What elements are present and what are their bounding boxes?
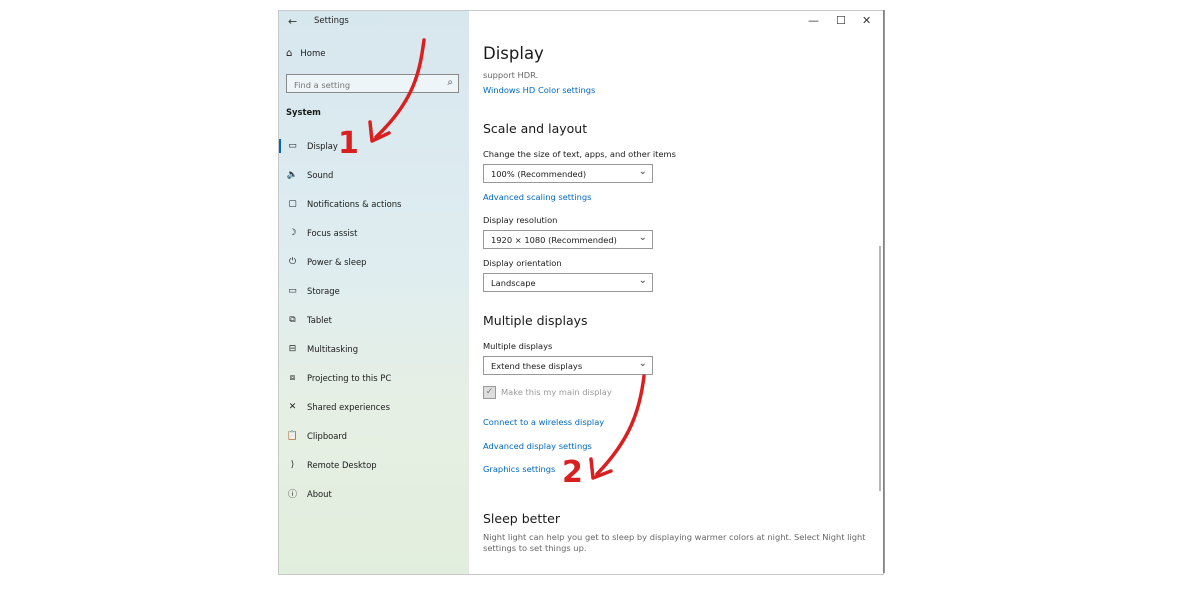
- back-arrow-icon[interactable]: ←: [288, 15, 297, 28]
- chevron-down-icon: ⌄: [638, 275, 647, 286]
- hdr-text: support HDR.: [483, 70, 539, 80]
- graphics-settings-link[interactable]: Graphics settings: [483, 464, 555, 474]
- chevron-down-icon: ⌄: [638, 232, 647, 243]
- sidebar-item-shared-experiences[interactable]: ✕ Shared experiences: [279, 392, 469, 421]
- wireless-display-link[interactable]: Connect to a wireless display: [483, 417, 604, 427]
- sidebar-item-sound[interactable]: 🔈 Sound: [279, 160, 469, 189]
- message-icon: ▢: [288, 198, 297, 209]
- sidebar: ← Settings ⌂ Home ⌕ System ▭ Display 🔈 S…: [279, 11, 469, 574]
- scrollbar[interactable]: [879, 246, 881, 491]
- close-icon[interactable]: ✕: [862, 14, 871, 27]
- window-title: Settings: [314, 16, 349, 26]
- multitasking-icon: ⊟: [288, 343, 297, 354]
- size-label: Change the size of text, apps, and other…: [483, 149, 676, 159]
- multiple-displays-heading: Multiple displays: [483, 313, 588, 328]
- minimize-icon[interactable]: —: [808, 14, 819, 27]
- page-title: Display: [483, 44, 544, 63]
- tablet-icon: ⧉: [289, 314, 296, 325]
- info-icon: ⓘ: [287, 490, 297, 500]
- projector-icon: ⧈: [289, 372, 296, 383]
- sidebar-item-label: Notifications & actions: [307, 198, 402, 209]
- sidebar-item-display[interactable]: ▭ Display: [279, 131, 469, 160]
- advanced-display-link[interactable]: Advanced display settings: [483, 441, 592, 451]
- sidebar-home[interactable]: ⌂ Home: [286, 48, 325, 59]
- main-display-label: Make this my main display: [501, 387, 612, 397]
- home-icon: ⌂: [286, 48, 293, 59]
- sidebar-item-power-sleep[interactable]: ⏻ Power & sleep: [279, 247, 469, 276]
- moon-icon: ☽: [288, 227, 297, 238]
- sidebar-item-projecting[interactable]: ⧈ Projecting to this PC: [279, 363, 469, 392]
- shared-icon: ✕: [288, 401, 297, 412]
- orientation-label: Display orientation: [483, 258, 562, 268]
- sidebar-nav: ▭ Display 🔈 Sound ▢ Notifications & acti…: [279, 131, 469, 508]
- power-icon: ⏻: [288, 256, 297, 267]
- search-box[interactable]: ⌕: [286, 74, 459, 94]
- home-label: Home: [300, 48, 326, 59]
- sidebar-item-label: Shared experiences: [307, 401, 390, 412]
- sidebar-item-label: Power & sleep: [307, 256, 367, 267]
- sidebar-item-label: Focus assist: [307, 227, 358, 238]
- monitor-icon: ▭: [288, 140, 297, 151]
- resolution-label: Display resolution: [483, 215, 558, 225]
- speaker-icon: 🔈: [286, 169, 299, 180]
- multiple-displays-value: Extend these displays: [491, 361, 583, 371]
- sleep-better-heading: Sleep better: [483, 511, 560, 526]
- sidebar-item-label: Display: [307, 140, 338, 151]
- window-shadow-edge: [883, 10, 885, 573]
- resolution-value: 1920 × 1080 (Recommended): [491, 235, 617, 245]
- sidebar-item-label: Storage: [307, 285, 340, 296]
- sleep-better-text: Night light can help you get to sleep by…: [483, 532, 866, 553]
- hd-color-link[interactable]: Windows HD Color settings: [483, 85, 595, 95]
- sidebar-item-label: Remote Desktop: [307, 459, 377, 470]
- settings-window: ← Settings ⌂ Home ⌕ System ▭ Display 🔈 S…: [278, 10, 884, 575]
- main-display-checkbox[interactable]: ✓: [483, 386, 496, 399]
- sidebar-item-label: Sound: [307, 169, 334, 180]
- multiple-displays-label: Multiple displays: [483, 341, 553, 351]
- remote-icon: ⟩: [290, 459, 295, 470]
- scale-layout-heading: Scale and layout: [483, 121, 588, 136]
- section-title-system: System: [286, 107, 321, 117]
- sidebar-item-notifications[interactable]: ▢ Notifications & actions: [279, 189, 469, 218]
- sidebar-item-label: Clipboard: [307, 430, 348, 441]
- resolution-dropdown[interactable]: 1920 × 1080 (Recommended) ⌄: [483, 230, 653, 249]
- sidebar-item-label: Projecting to this PC: [307, 372, 392, 383]
- sidebar-item-storage[interactable]: ▭ Storage: [279, 276, 469, 305]
- sidebar-item-focus-assist[interactable]: ☽ Focus assist: [279, 218, 469, 247]
- clipboard-icon: 📋: [286, 430, 299, 441]
- annotation-marker-1: 1: [338, 126, 359, 161]
- chevron-down-icon: ⌄: [638, 166, 647, 177]
- sidebar-item-remote-desktop[interactable]: ⟩ Remote Desktop: [279, 450, 469, 479]
- search-input[interactable]: [287, 75, 446, 94]
- multiple-displays-dropdown[interactable]: Extend these displays ⌄: [483, 356, 653, 375]
- sidebar-item-tablet[interactable]: ⧉ Tablet: [279, 305, 469, 334]
- sidebar-item-label: About: [307, 488, 332, 499]
- advanced-scaling-link[interactable]: Advanced scaling settings: [483, 192, 591, 202]
- orientation-value: Landscape: [491, 278, 536, 288]
- scale-dropdown[interactable]: 100% (Recommended) ⌄: [483, 164, 653, 183]
- chevron-down-icon: ⌄: [638, 358, 647, 369]
- sidebar-item-multitasking[interactable]: ⊟ Multitasking: [279, 334, 469, 363]
- sidebar-item-label: Tablet: [307, 314, 332, 325]
- orientation-dropdown[interactable]: Landscape ⌄: [483, 273, 653, 292]
- main-content: — ☐ ✕ Display support HDR. Windows HD Co…: [469, 11, 883, 574]
- annotation-marker-2: 2: [562, 455, 583, 490]
- sidebar-item-about[interactable]: ⓘ About: [279, 479, 469, 508]
- sidebar-item-label: Multitasking: [307, 343, 359, 354]
- scale-value: 100% (Recommended): [491, 169, 587, 179]
- sidebar-item-clipboard[interactable]: 📋 Clipboard: [279, 421, 469, 450]
- search-icon[interactable]: ⌕: [447, 77, 453, 88]
- storage-icon: ▭: [288, 285, 297, 296]
- maximize-icon[interactable]: ☐: [836, 14, 846, 27]
